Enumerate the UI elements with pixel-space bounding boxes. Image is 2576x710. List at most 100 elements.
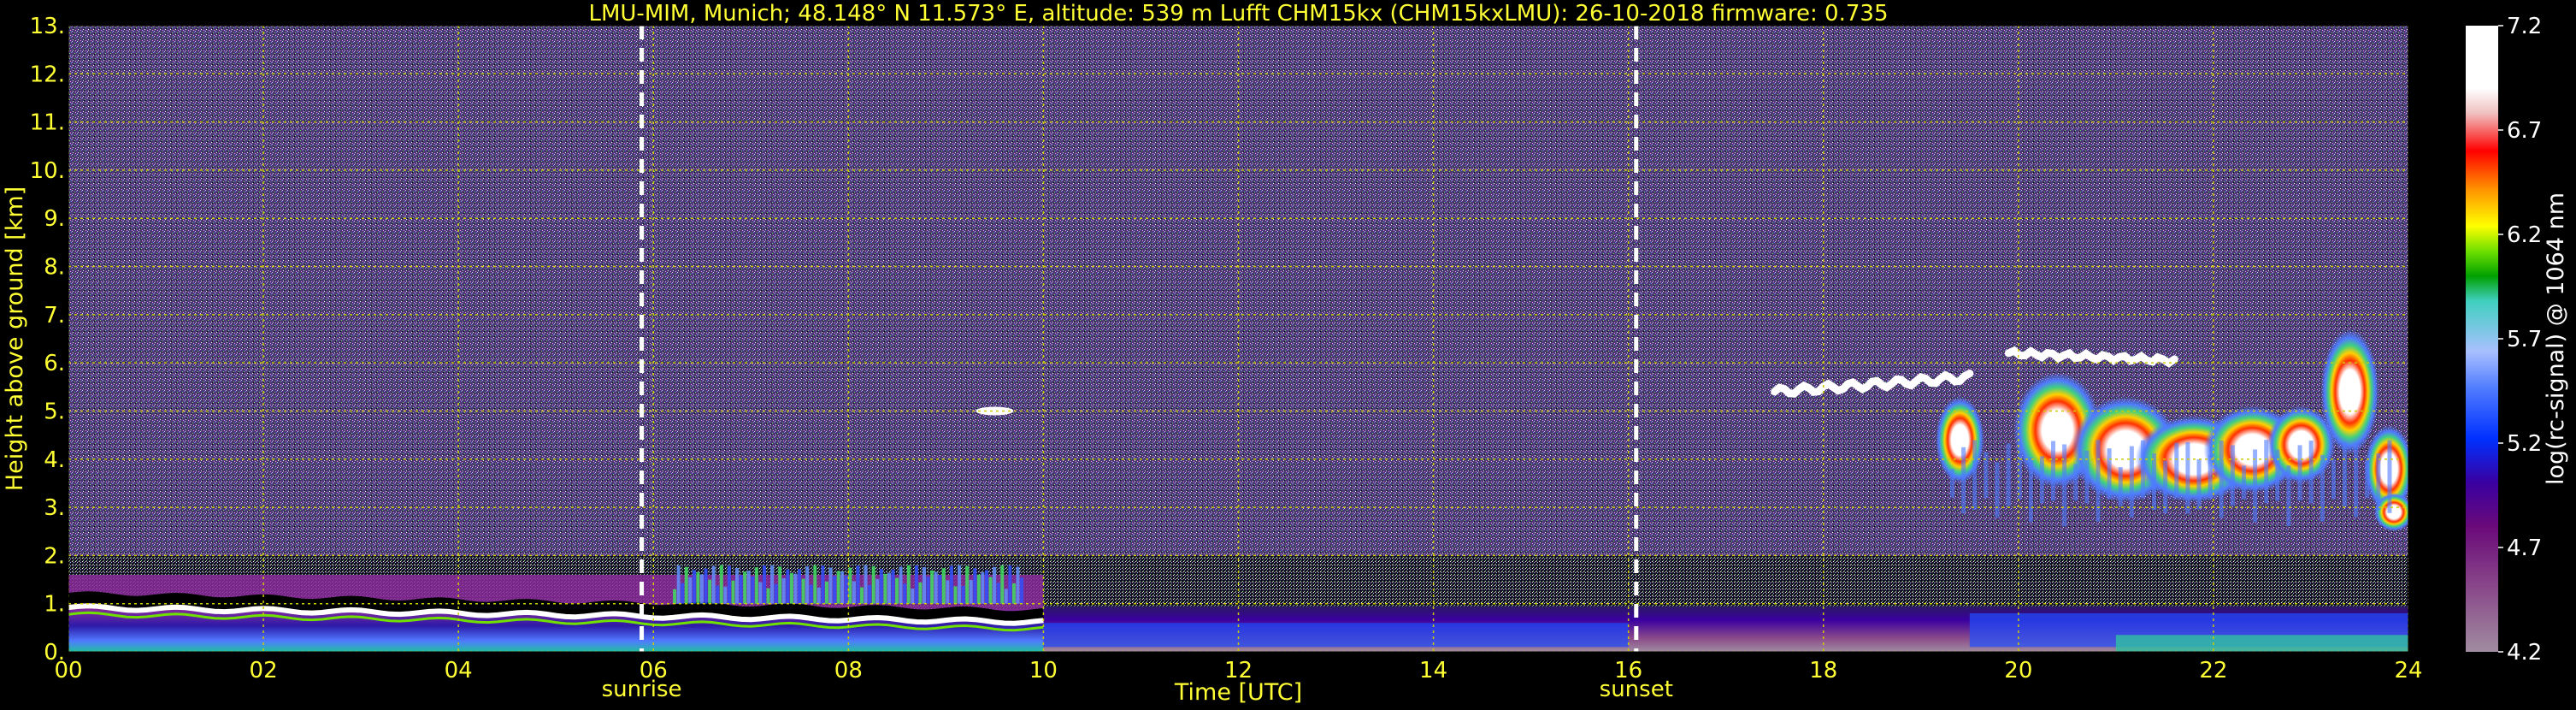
y-tick-labels: 0. 1. 2. 3. 4. 5. 6. 7. 8. 9. 10. 11. 12. 13. [30,14,65,666]
precip-streak [930,570,934,604]
precip-streak [684,566,688,604]
precip-streak [766,588,770,604]
precip-streak [793,573,798,604]
precip-streak [781,577,786,604]
precip-streak [1000,565,1005,604]
precip-streak [875,578,880,604]
fallstreak [2062,444,2067,527]
precip-streak [696,572,700,604]
fallstreak [2354,442,2359,518]
precip-streak [731,580,735,604]
colorbar-tick-label: 6.7 [2507,118,2542,144]
precip-streak [923,567,927,604]
precip-streak [676,565,681,604]
fallstreak [2118,467,2123,506]
fallstreak [2096,440,2101,523]
precip-streak [969,579,973,604]
precip-streak [871,565,875,604]
precip-streak [926,577,930,604]
fallstreak [1950,469,1955,498]
y-tick-label: 13. [30,14,65,39]
marker-label-sunset: sunset [1600,677,1673,702]
fallstreak [2107,448,2112,500]
colorbar-tick-labels: 4.2 4.7 5.2 5.7 6.2 6.7 7.2 [2498,14,2542,666]
fallstreak [2275,449,2280,501]
chart-title: LMU-MIM, Munich; 48.148° N 11.573° E, al… [588,1,1888,27]
fallstreak [2297,445,2302,501]
x-tick-label: 24 [2394,658,2422,683]
precip-streak [770,565,775,604]
precip-streak [681,583,685,604]
fallstreak [2308,441,2314,504]
precip-streak [840,571,845,604]
precip-streak [719,565,723,604]
precip-streak [961,585,965,604]
marker-label-sunrise: sunrise [602,677,682,702]
precip-streak [716,585,720,604]
precip-streak [903,583,907,604]
fallstreak [2230,445,2235,506]
precip-streak [754,567,758,604]
fallstreak [2174,442,2179,498]
precip-streak [816,587,821,604]
precip-streak [836,571,840,604]
fallstreak [2365,460,2370,499]
cloud-small-0930 [976,406,1014,416]
colorbar-tick-label: 7.2 [2507,14,2542,39]
precip-streak [852,581,856,604]
precip-streak [828,567,833,604]
precip-streak [1011,583,1016,604]
fallstreak [2006,443,2011,506]
fallstreak [2152,453,2157,510]
y-tick-label: 6. [44,351,65,376]
precip-streak [946,580,950,604]
precip-streak [758,582,763,604]
fallstreak [2253,449,2258,523]
precip-streak [1004,589,1008,604]
precip-streak [976,574,981,604]
precip-streak [813,565,817,604]
precip-streak [801,578,805,604]
colorbar-label: log(rc-signal) @ 1064 nm [2543,192,2569,485]
precip-streak [692,570,696,604]
precip-streak [762,565,766,604]
fallstreak [2331,459,2336,500]
precip-streak [746,571,751,604]
precip-streak [958,565,962,604]
fallstreak [1995,462,2000,518]
y-tick-label: 1. [44,592,65,618]
lidar-backscatter-figure: LMU-MIM, Munich; 48.148° N 11.573° E, al… [0,0,2576,707]
precip-streak [918,582,923,604]
colorbar-gradient [2466,26,2498,652]
y-tick-label: 0. [44,640,65,666]
precip-streak [743,571,747,604]
fallstreak [2320,454,2325,522]
y-tick-label: 10. [30,158,65,184]
colorbar: 4.2 4.7 5.2 5.7 6.2 6.7 7.2 log(rc-signal) @ 1… [2466,14,2569,666]
y-tick-label: 2. [44,543,65,569]
y-tick-label: 9. [44,206,65,232]
fallstreak [2264,440,2269,504]
precip-streak [1020,577,1024,604]
fallstreak [2039,456,2044,504]
x-tick-label: 18 [1809,658,1837,683]
precip-streak [704,568,708,604]
y-tick-label: 11. [30,110,65,136]
precip-streak [934,571,938,604]
precip-streak [949,565,953,604]
y-tick-label: 8. [44,255,65,281]
precip-streak [805,566,810,604]
fallstreak [2343,441,2348,507]
precip-streak [895,577,899,604]
boundary-layer-blue-band [1043,623,1629,648]
y-tick-label: 3. [44,495,65,521]
precip-streak [673,589,677,604]
precip-streak [821,565,825,604]
precip-streak [688,577,693,604]
precip-streak [996,583,1000,604]
precip-streak [988,577,993,604]
precip-streak [778,566,782,604]
precip-streak [809,584,813,604]
precip-streak [911,589,915,604]
fallstreak [2196,459,2202,510]
